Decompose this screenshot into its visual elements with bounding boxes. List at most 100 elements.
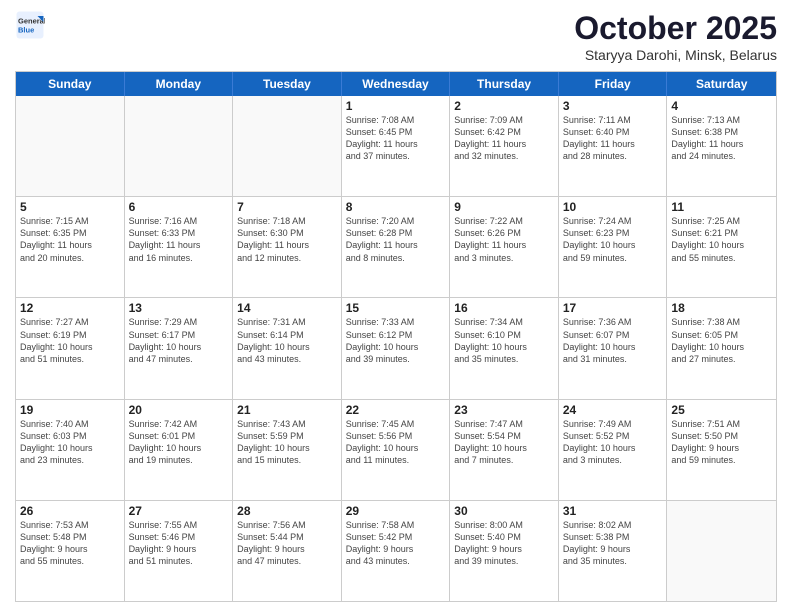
day-info: Sunrise: 7:34 AM Sunset: 6:10 PM Dayligh…: [454, 316, 554, 365]
day-number: 11: [671, 200, 772, 214]
day-number: 23: [454, 403, 554, 417]
day-info: Sunrise: 7:36 AM Sunset: 6:07 PM Dayligh…: [563, 316, 663, 365]
day-info: Sunrise: 7:43 AM Sunset: 5:59 PM Dayligh…: [237, 418, 337, 467]
day-cell: 3Sunrise: 7:11 AM Sunset: 6:40 PM Daylig…: [559, 96, 668, 196]
header: General Blue October 2025 Staryya Darohi…: [15, 10, 777, 63]
calendar: SundayMondayTuesdayWednesdayThursdayFrid…: [15, 71, 777, 602]
day-number: 28: [237, 504, 337, 518]
day-cell: 1Sunrise: 7:08 AM Sunset: 6:45 PM Daylig…: [342, 96, 451, 196]
day-cell: 8Sunrise: 7:20 AM Sunset: 6:28 PM Daylig…: [342, 197, 451, 297]
day-number: 21: [237, 403, 337, 417]
day-info: Sunrise: 7:55 AM Sunset: 5:46 PM Dayligh…: [129, 519, 229, 568]
day-number: 18: [671, 301, 772, 315]
day-info: Sunrise: 7:40 AM Sunset: 6:03 PM Dayligh…: [20, 418, 120, 467]
day-cell: 30Sunrise: 8:00 AM Sunset: 5:40 PM Dayli…: [450, 501, 559, 601]
day-cell: 26Sunrise: 7:53 AM Sunset: 5:48 PM Dayli…: [16, 501, 125, 601]
day-info: Sunrise: 7:20 AM Sunset: 6:28 PM Dayligh…: [346, 215, 446, 264]
day-cell: 12Sunrise: 7:27 AM Sunset: 6:19 PM Dayli…: [16, 298, 125, 398]
day-cell: 7Sunrise: 7:18 AM Sunset: 6:30 PM Daylig…: [233, 197, 342, 297]
day-cell: 9Sunrise: 7:22 AM Sunset: 6:26 PM Daylig…: [450, 197, 559, 297]
day-cell: 11Sunrise: 7:25 AM Sunset: 6:21 PM Dayli…: [667, 197, 776, 297]
calendar-body: 1Sunrise: 7:08 AM Sunset: 6:45 PM Daylig…: [16, 96, 776, 601]
location-subtitle: Staryya Darohi, Minsk, Belarus: [574, 47, 777, 63]
day-info: Sunrise: 7:18 AM Sunset: 6:30 PM Dayligh…: [237, 215, 337, 264]
empty-cell: [16, 96, 125, 196]
day-cell: 6Sunrise: 7:16 AM Sunset: 6:33 PM Daylig…: [125, 197, 234, 297]
weekday-header: Monday: [125, 72, 234, 96]
day-info: Sunrise: 7:16 AM Sunset: 6:33 PM Dayligh…: [129, 215, 229, 264]
day-number: 7: [237, 200, 337, 214]
day-number: 29: [346, 504, 446, 518]
day-info: Sunrise: 7:15 AM Sunset: 6:35 PM Dayligh…: [20, 215, 120, 264]
day-info: Sunrise: 7:27 AM Sunset: 6:19 PM Dayligh…: [20, 316, 120, 365]
calendar-row: 12Sunrise: 7:27 AM Sunset: 6:19 PM Dayli…: [16, 297, 776, 398]
day-cell: 28Sunrise: 7:56 AM Sunset: 5:44 PM Dayli…: [233, 501, 342, 601]
day-cell: 5Sunrise: 7:15 AM Sunset: 6:35 PM Daylig…: [16, 197, 125, 297]
day-number: 27: [129, 504, 229, 518]
weekday-header: Thursday: [450, 72, 559, 96]
day-number: 22: [346, 403, 446, 417]
calendar-row: 5Sunrise: 7:15 AM Sunset: 6:35 PM Daylig…: [16, 196, 776, 297]
day-number: 24: [563, 403, 663, 417]
day-number: 31: [563, 504, 663, 518]
weekday-header: Saturday: [667, 72, 776, 96]
day-cell: 24Sunrise: 7:49 AM Sunset: 5:52 PM Dayli…: [559, 400, 668, 500]
day-cell: 31Sunrise: 8:02 AM Sunset: 5:38 PM Dayli…: [559, 501, 668, 601]
day-info: Sunrise: 7:08 AM Sunset: 6:45 PM Dayligh…: [346, 114, 446, 163]
month-title: October 2025: [574, 10, 777, 47]
calendar-row: 1Sunrise: 7:08 AM Sunset: 6:45 PM Daylig…: [16, 96, 776, 196]
empty-cell: [125, 96, 234, 196]
day-number: 13: [129, 301, 229, 315]
day-cell: 14Sunrise: 7:31 AM Sunset: 6:14 PM Dayli…: [233, 298, 342, 398]
day-number: 1: [346, 99, 446, 113]
day-info: Sunrise: 7:13 AM Sunset: 6:38 PM Dayligh…: [671, 114, 772, 163]
day-info: Sunrise: 7:45 AM Sunset: 5:56 PM Dayligh…: [346, 418, 446, 467]
day-info: Sunrise: 7:49 AM Sunset: 5:52 PM Dayligh…: [563, 418, 663, 467]
day-cell: 27Sunrise: 7:55 AM Sunset: 5:46 PM Dayli…: [125, 501, 234, 601]
empty-cell: [233, 96, 342, 196]
empty-cell: [667, 501, 776, 601]
day-info: Sunrise: 8:00 AM Sunset: 5:40 PM Dayligh…: [454, 519, 554, 568]
day-number: 12: [20, 301, 120, 315]
day-cell: 4Sunrise: 7:13 AM Sunset: 6:38 PM Daylig…: [667, 96, 776, 196]
calendar-row: 19Sunrise: 7:40 AM Sunset: 6:03 PM Dayli…: [16, 399, 776, 500]
logo-icon: General Blue: [15, 10, 45, 40]
day-cell: 17Sunrise: 7:36 AM Sunset: 6:07 PM Dayli…: [559, 298, 668, 398]
day-number: 14: [237, 301, 337, 315]
calendar-row: 26Sunrise: 7:53 AM Sunset: 5:48 PM Dayli…: [16, 500, 776, 601]
day-info: Sunrise: 8:02 AM Sunset: 5:38 PM Dayligh…: [563, 519, 663, 568]
weekday-header: Wednesday: [342, 72, 451, 96]
day-cell: 10Sunrise: 7:24 AM Sunset: 6:23 PM Dayli…: [559, 197, 668, 297]
day-number: 26: [20, 504, 120, 518]
day-number: 3: [563, 99, 663, 113]
day-number: 25: [671, 403, 772, 417]
day-cell: 21Sunrise: 7:43 AM Sunset: 5:59 PM Dayli…: [233, 400, 342, 500]
svg-text:Blue: Blue: [18, 26, 34, 35]
page: General Blue October 2025 Staryya Darohi…: [0, 0, 792, 612]
day-number: 10: [563, 200, 663, 214]
day-number: 9: [454, 200, 554, 214]
day-cell: 25Sunrise: 7:51 AM Sunset: 5:50 PM Dayli…: [667, 400, 776, 500]
day-cell: 23Sunrise: 7:47 AM Sunset: 5:54 PM Dayli…: [450, 400, 559, 500]
day-info: Sunrise: 7:22 AM Sunset: 6:26 PM Dayligh…: [454, 215, 554, 264]
day-info: Sunrise: 7:24 AM Sunset: 6:23 PM Dayligh…: [563, 215, 663, 264]
day-info: Sunrise: 7:11 AM Sunset: 6:40 PM Dayligh…: [563, 114, 663, 163]
day-info: Sunrise: 7:58 AM Sunset: 5:42 PM Dayligh…: [346, 519, 446, 568]
day-info: Sunrise: 7:42 AM Sunset: 6:01 PM Dayligh…: [129, 418, 229, 467]
day-number: 20: [129, 403, 229, 417]
weekday-header: Sunday: [16, 72, 125, 96]
logo: General Blue: [15, 10, 45, 40]
day-info: Sunrise: 7:25 AM Sunset: 6:21 PM Dayligh…: [671, 215, 772, 264]
day-cell: 13Sunrise: 7:29 AM Sunset: 6:17 PM Dayli…: [125, 298, 234, 398]
day-cell: 20Sunrise: 7:42 AM Sunset: 6:01 PM Dayli…: [125, 400, 234, 500]
day-cell: 2Sunrise: 7:09 AM Sunset: 6:42 PM Daylig…: [450, 96, 559, 196]
day-info: Sunrise: 7:56 AM Sunset: 5:44 PM Dayligh…: [237, 519, 337, 568]
day-cell: 15Sunrise: 7:33 AM Sunset: 6:12 PM Dayli…: [342, 298, 451, 398]
day-info: Sunrise: 7:33 AM Sunset: 6:12 PM Dayligh…: [346, 316, 446, 365]
day-cell: 18Sunrise: 7:38 AM Sunset: 6:05 PM Dayli…: [667, 298, 776, 398]
day-cell: 22Sunrise: 7:45 AM Sunset: 5:56 PM Dayli…: [342, 400, 451, 500]
day-info: Sunrise: 7:47 AM Sunset: 5:54 PM Dayligh…: [454, 418, 554, 467]
day-info: Sunrise: 7:09 AM Sunset: 6:42 PM Dayligh…: [454, 114, 554, 163]
day-number: 5: [20, 200, 120, 214]
day-info: Sunrise: 7:51 AM Sunset: 5:50 PM Dayligh…: [671, 418, 772, 467]
